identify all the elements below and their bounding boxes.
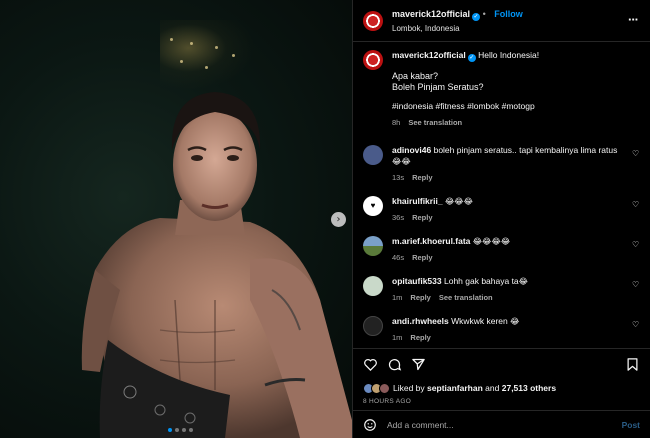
heart-icon[interactable]: ♡: [632, 280, 640, 289]
action-bar: [353, 348, 650, 380]
caption-line: Boleh Pinjam Seratus?: [392, 82, 484, 92]
reply-button[interactable]: Reply: [412, 173, 432, 182]
caption-line: Apa kabar?: [392, 71, 439, 81]
chevron-right-icon[interactable]: ›: [331, 212, 346, 227]
comment-username[interactable]: khairulfikrii_: [392, 196, 443, 206]
see-translation-button[interactable]: See translation: [439, 293, 493, 302]
comment-text: Lohh gak bahaya ta: [443, 276, 519, 286]
heart-icon[interactable]: ♡: [632, 200, 640, 209]
avatar[interactable]: [363, 10, 383, 31]
comment-input[interactable]: [387, 419, 622, 430]
caption-username[interactable]: maverick12official: [392, 50, 466, 60]
comment-text: boleh pinjam seratus.. tapi kembalinya l…: [433, 145, 618, 155]
heart-icon[interactable]: [363, 357, 378, 372]
comment-text: Wkwkwk keren: [451, 316, 508, 326]
bookmark-icon[interactable]: [625, 357, 640, 372]
verified-badge-icon: ✓: [467, 54, 476, 62]
add-comment-bar: Post: [353, 410, 650, 438]
share-icon[interactable]: [411, 357, 426, 372]
comment-emoji: 😂😂: [392, 157, 411, 166]
caption-time[interactable]: 8h: [392, 118, 400, 127]
carousel-dot: [175, 428, 179, 432]
avatar[interactable]: [363, 50, 383, 70]
post-timestamp[interactable]: 8 HOURS AGO: [353, 394, 650, 410]
likes-summary[interactable]: Liked by septianfarhan and 27,513 others: [353, 380, 650, 394]
avatar[interactable]: [363, 276, 383, 296]
comment-time[interactable]: 46s: [392, 253, 404, 262]
see-translation-button[interactable]: See translation: [408, 118, 462, 127]
avatar[interactable]: [363, 316, 383, 336]
comment-icon[interactable]: [387, 357, 402, 372]
reply-button[interactable]: Reply: [412, 213, 432, 222]
reply-button[interactable]: Reply: [410, 293, 430, 302]
caption-lead: Hello Indonesia!: [478, 50, 540, 60]
post-comment-button[interactable]: Post: [622, 420, 640, 430]
avatar[interactable]: ♥: [363, 196, 383, 216]
author-username[interactable]: maverick12official: [392, 9, 470, 19]
comment-username[interactable]: opitaufik533: [392, 276, 442, 286]
carousel-dot: [189, 428, 193, 432]
verified-badge-icon: ✓: [472, 12, 481, 21]
more-horizontal-icon[interactable]: ···: [628, 12, 639, 27]
comment-time[interactable]: 36s: [392, 213, 404, 222]
comment-emoji: 😂😂😂: [444, 197, 473, 206]
heart-icon[interactable]: ♡: [632, 149, 640, 158]
comment-emoji: 😂😂😂😂: [472, 237, 511, 246]
comment-time[interactable]: 1m: [392, 333, 402, 342]
post-header: maverick12official ✓ • Follow Lombok, Ind…: [353, 0, 650, 42]
comment-item: m.arief.khoerul.fata 😂😂😂😂 46s Reply ♡: [363, 236, 640, 262]
avatar[interactable]: [363, 236, 383, 256]
comment-username[interactable]: adinovi46: [392, 145, 431, 155]
likes-joiner: and: [485, 383, 500, 393]
caption-hashtags[interactable]: #indonesia #fitness #lombok #motogp: [392, 101, 624, 112]
comment-item: adinovi46 boleh pinjam seratus.. tapi ke…: [363, 145, 640, 182]
comment-emoji: 😂: [518, 277, 529, 286]
post-info-panel: maverick12official ✓ • Follow Lombok, Ind…: [352, 0, 650, 438]
comment-emoji: 😂: [510, 317, 520, 326]
carousel-dots: [168, 428, 193, 432]
comment-time[interactable]: 13s: [392, 173, 404, 182]
follow-button[interactable]: Follow: [494, 9, 523, 19]
avatar: [379, 382, 390, 394]
liker-avatars: [363, 382, 390, 394]
carousel-dot: [168, 428, 172, 432]
comment-item: opitaufik533 Lohh gak bahaya ta😂 1m Reply…: [363, 276, 640, 302]
comment-item: andi.rhwheels Wkwkwk keren 😂 1m Reply ♡: [363, 316, 640, 342]
carousel-dot: [182, 428, 186, 432]
post-location[interactable]: Lombok, Indonesia: [392, 24, 523, 33]
comment-username[interactable]: m.arief.khoerul.fata: [392, 236, 470, 246]
post-media[interactable]: ›: [0, 0, 352, 438]
heart-icon[interactable]: ♡: [632, 320, 640, 329]
comment-time[interactable]: 1m: [392, 293, 402, 302]
likes-prefix: Liked by: [393, 383, 425, 393]
comments-list[interactable]: maverick12official ✓ Hello Indonesia! Apa…: [353, 42, 650, 348]
comment-item: ♥ khairulfikrii_ 😂😂😂 36s Reply ♡: [363, 196, 640, 222]
avatar[interactable]: [363, 145, 383, 165]
reply-button[interactable]: Reply: [412, 253, 432, 262]
heart-icon[interactable]: ♡: [632, 240, 640, 249]
liker-username[interactable]: septianfarhan: [427, 383, 483, 393]
caption: maverick12official ✓ Hello Indonesia! Apa…: [363, 50, 640, 127]
smile-icon[interactable]: [363, 418, 377, 432]
likes-count[interactable]: 27,513 others: [502, 383, 556, 393]
reply-button[interactable]: Reply: [410, 333, 430, 342]
comment-username[interactable]: andi.rhwheels: [392, 316, 449, 326]
photo-person: [81, 92, 352, 438]
